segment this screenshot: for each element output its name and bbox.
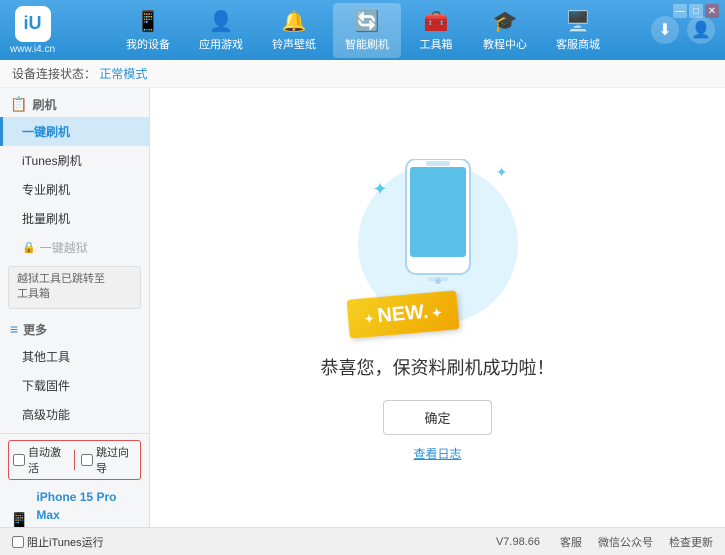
window-controls: — □ ✕ <box>673 4 719 18</box>
device-details: iPhone 15 Pro Max 512GB iPhone <box>36 488 141 527</box>
breadcrumb-prefix: 设备连接状态： <box>12 67 96 81</box>
guide-checkbox[interactable] <box>81 454 93 466</box>
download-button[interactable]: ⬇ <box>651 16 679 44</box>
sparkle-tl-icon: ✦ <box>373 179 388 200</box>
toolbox-icon: 🧰 <box>424 9 449 34</box>
header-right: ⬇ 👤 <box>651 16 715 44</box>
close-button[interactable]: ✕ <box>705 4 719 18</box>
logo-subtitle: www.i4.cn <box>10 44 55 55</box>
lock-icon: 🔒 <box>22 241 36 254</box>
more-section-icon: ≡ <box>10 321 18 337</box>
nav-toolbox-label: 工具箱 <box>420 36 453 52</box>
maximize-button[interactable]: □ <box>689 4 703 18</box>
new-badge: NEW. <box>346 290 459 338</box>
device-name: iPhone 15 Pro Max <box>36 488 141 524</box>
tutorial-icon: 🎓 <box>493 9 518 34</box>
sidebar-item-itunes-flash[interactable]: iTunes刷机 <box>0 146 149 175</box>
main-container: 📋 刷机 一键刷机 iTunes刷机 专业刷机 批量刷机 🔒 一键越狱 越狱工具… <box>0 88 725 527</box>
ringtone-icon: 🔔 <box>282 9 307 34</box>
device-info-row: 📱 iPhone 15 Pro Max 512GB iPhone <box>8 484 141 527</box>
status-link-wechat[interactable]: 微信公众号 <box>598 534 653 550</box>
breadcrumb: 设备连接状态： 正常模式 <box>0 60 725 88</box>
nav-tutorial-label: 教程中心 <box>483 36 527 52</box>
guide-label[interactable]: 跳过向导 <box>81 444 136 476</box>
header: iU www.i4.cn 📱 我的设备 👤 应用游戏 🔔 铃声壁纸 🔄 智能刷机 <box>0 0 725 60</box>
nav-ringtone[interactable]: 🔔 铃声壁纸 <box>260 3 328 58</box>
nav-my-device-label: 我的设备 <box>126 36 170 52</box>
sidebar-item-other-tools[interactable]: 其他工具 <box>0 342 149 371</box>
nav-tutorial[interactable]: 🎓 教程中心 <box>471 3 539 58</box>
confirm-button[interactable]: 确定 <box>383 400 491 435</box>
status-link-update[interactable]: 检查更新 <box>669 534 713 550</box>
nav-my-device[interactable]: 📱 我的设备 <box>114 3 182 58</box>
nav-ringtone-label: 铃声壁纸 <box>272 36 316 52</box>
phone-small-icon: 📱 <box>8 512 30 527</box>
smart-flash-icon: 🔄 <box>355 9 380 34</box>
breadcrumb-status: 正常模式 <box>99 67 147 81</box>
flash-section-header: 📋 刷机 <box>0 88 149 117</box>
more-section-header: ≡ 更多 <box>0 313 149 342</box>
sidebar-item-pro-flash[interactable]: 专业刷机 <box>0 175 149 204</box>
phone-illustration: ✦ ✦ NEW. <box>358 154 518 334</box>
apps-games-icon: 👤 <box>209 9 234 34</box>
status-link-service[interactable]: 客服 <box>560 534 582 550</box>
jailbreak-disabled: 🔒 一键越狱 <box>0 233 149 262</box>
nav-toolbox[interactable]: 🧰 工具箱 <box>406 3 466 58</box>
sidebar: 📋 刷机 一键刷机 iTunes刷机 专业刷机 批量刷机 🔒 一键越狱 越狱工具… <box>0 88 150 527</box>
sidebar-item-advanced[interactable]: 高级功能 <box>0 400 149 429</box>
auto-activate-row: 自动激活 跳过向导 <box>8 440 141 480</box>
my-device-icon: 📱 <box>136 9 161 34</box>
nav-service[interactable]: 🖥️ 客服商城 <box>544 3 612 58</box>
device-bottom: 自动激活 跳过向导 📱 iPhone 15 Pro Max 512GB iPho… <box>0 433 149 527</box>
logo-icon: iU <box>15 6 51 42</box>
version-label: V7.98.66 <box>496 536 540 548</box>
auto-activate-label[interactable]: 自动激活 <box>13 444 68 476</box>
logo: iU www.i4.cn <box>10 6 55 55</box>
flash-section-icon: 📋 <box>10 96 27 113</box>
checkbox-divider <box>74 450 75 470</box>
auto-activate-checkbox[interactable] <box>13 454 25 466</box>
phone-svg <box>398 159 478 309</box>
nav-apps-games-label: 应用游戏 <box>199 36 243 52</box>
disabled-notice: 越狱工具已跳转至工具箱 <box>8 266 141 309</box>
nav-service-label: 客服商城 <box>556 36 600 52</box>
illustration: ✦ ✦ NEW. <box>358 154 518 334</box>
content-area: ✦ ✦ NEW. 恭喜您，保资料刷机成功啦！ 确定 查看日志 <box>150 88 725 527</box>
nav-smart-flash-label: 智能刷机 <box>345 36 389 52</box>
sidebar-item-batch-flash[interactable]: 批量刷机 <box>0 204 149 233</box>
sidebar-item-download-firmware[interactable]: 下载固件 <box>0 371 149 400</box>
itunes-block-checkbox[interactable] <box>12 536 24 548</box>
service-icon: 🖥️ <box>566 9 591 34</box>
success-text: 恭喜您，保资料刷机成功啦！ <box>321 354 555 380</box>
account-button[interactable]: 👤 <box>687 16 715 44</box>
log-link[interactable]: 查看日志 <box>413 445 461 462</box>
itunes-block-label[interactable]: 阻止iTunes运行 <box>12 534 104 550</box>
minimize-button[interactable]: — <box>673 4 687 18</box>
status-links: 客服 微信公众号 检查更新 <box>560 534 713 550</box>
nav-apps-games[interactable]: 👤 应用游戏 <box>187 3 255 58</box>
sidebar-item-one-key-flash[interactable]: 一键刷机 <box>0 117 149 146</box>
main-nav: 📱 我的设备 👤 应用游戏 🔔 铃声壁纸 🔄 智能刷机 🧰 工具箱 🎓 <box>75 3 651 58</box>
status-bar: 阻止iTunes运行 V7.98.66 客服 微信公众号 检查更新 <box>0 527 725 555</box>
sparkle-tr-icon: ✦ <box>496 164 508 181</box>
nav-smart-flash[interactable]: 🔄 智能刷机 <box>333 3 401 58</box>
